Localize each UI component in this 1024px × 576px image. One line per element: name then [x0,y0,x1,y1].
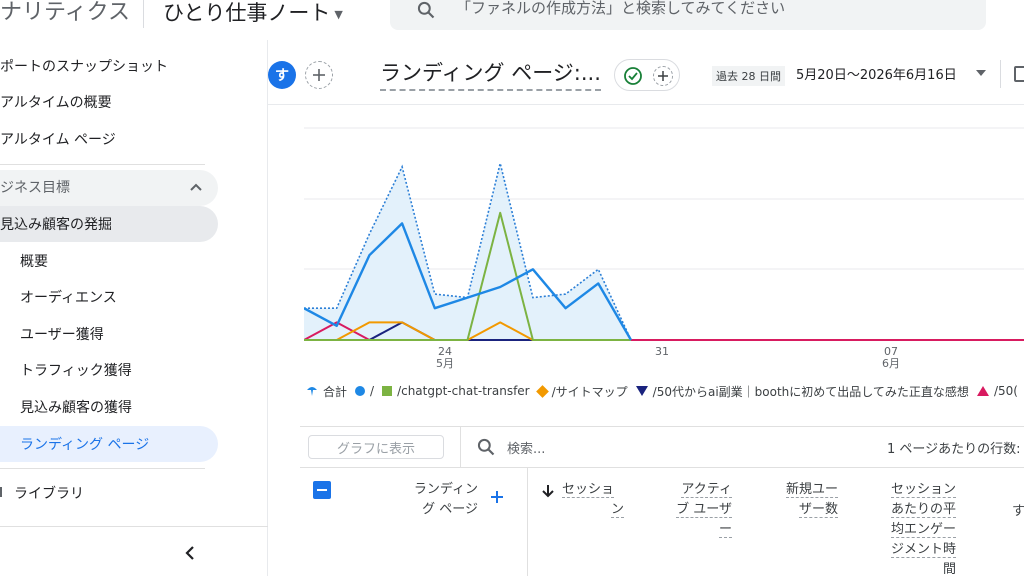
sidebar-item-label: アルタイム ページ [0,132,116,148]
account-selector[interactable]: ひとり仕事ノート ▼ [163,0,343,27]
toolbar-divider [460,427,461,467]
table-toolbar-bottom-border [300,467,1024,468]
sidebar-item-audience[interactable]: オーディエンス [0,280,117,314]
sidebar-item-traffic-acquisition[interactable]: トラフィック獲得 [0,353,132,387]
circle-marker-icon [355,386,366,396]
date-prefix: 過去 28 日間 [712,66,785,86]
plus-icon [658,71,668,81]
search-icon [477,438,495,456]
select-all-checkbox[interactable] [313,481,331,499]
square-marker-icon [382,386,393,396]
sort-descending-icon[interactable] [542,484,554,498]
column-header-avg-engagement-time[interactable]: セッション あたりの平 均エンゲー ジメント時 間 [876,480,956,576]
topbar-divider [143,0,144,28]
sidebar-item-snapshot[interactable]: ポートのスナップショット [0,49,168,83]
top-bar: ナリティクス ひとり仕事ノート ▼ 「ファネルの作成方法」と検索してみてください [0,0,1024,40]
title-actions [614,59,680,91]
sidebar-item-label: ランディング ページ [20,437,150,453]
x-tick-label: 24 5月 [436,345,454,370]
column-header-new-users[interactable]: 新規ユー ザー数 [776,480,838,520]
sidebar-item-overview[interactable]: 概要 [0,244,48,278]
chevron-up-icon[interactable] [189,182,203,192]
triangle-up-marker-icon [976,386,989,396]
table-toolbar-top-border [300,426,1024,427]
column-divider [527,468,528,576]
legend-item[interactable]: /サイトマップ [535,383,628,400]
comparison-avatar[interactable]: す [268,61,296,89]
search-icon [417,1,435,19]
legend-item[interactable]: 合計 [306,383,347,400]
rows-per-page-label: 1 ページあたりの行数: [887,442,1021,457]
column-header-cut[interactable]: す [1012,502,1024,522]
header-divider [1000,60,1001,88]
add-comparison-button[interactable] [305,61,333,89]
sidebar-item-label: トラフィック獲得 [20,363,132,379]
sidebar-item-library[interactable]: ライブラリ [0,476,84,510]
total-area [304,163,631,340]
sidebar-divider [0,468,205,469]
collapse-sidebar-icon[interactable] [183,545,197,561]
column-header-landing-page[interactable]: ランディン グ ページ [404,480,478,520]
line-chart [304,127,1024,341]
triangle-down-marker-icon [635,386,648,396]
sidebar-divider [0,526,268,527]
caret-down-icon[interactable] [976,70,986,76]
caret-down-icon: ▼ [334,7,343,21]
diamond-marker-icon [535,384,549,398]
app-name: ナリティクス [0,0,131,25]
plus-icon [313,69,325,81]
search-placeholder: 「ファネルの作成方法」と検索してみてください [456,0,786,17]
column-header-sessions[interactable]: セッショ ン [562,480,624,520]
table-search-input[interactable]: 検索... [507,438,545,457]
sidebar-divider [0,164,205,165]
sidebar-item-label: ライブラリ [14,486,84,502]
x-tick-label: 07 6月 [882,345,900,370]
account-name: ひとり仕事ノート [163,1,331,25]
sidebar-item-realtime-pages[interactable]: アルタイム ページ [0,122,116,156]
page-title[interactable]: ランディング ページ:... [380,57,601,91]
total-marker-icon [307,387,317,396]
sidebar-item-label: ユーザー獲得 [20,327,104,343]
sidebar-item-label: 見込み顧客の獲得 [20,400,132,416]
sidebar-item-realtime-overview[interactable]: アルタイムの概要 [0,85,112,119]
sidebar-item-lead-acquisition[interactable]: 見込み顧客の獲得 [0,390,132,424]
check-circle-icon[interactable] [623,66,643,86]
date-range-selector[interactable]: 5月20日～2026年6月16日 [796,64,957,83]
legend-item[interactable]: / [355,384,374,398]
share-icon[interactable] [1014,66,1024,82]
sidebar-item-label: アルタイムの概要 [0,95,112,111]
legend-item[interactable]: /50( [976,384,1018,398]
sidebar-item-label: オーディエンス [20,290,117,306]
sidebar-group-label: ジネス目標 [0,180,70,196]
sidebar-section-lead-generation[interactable]: 見込み顧客の発掘 [0,207,112,241]
legend-item[interactable]: /50代からai副業｜boothに初めて出品してみた正直な感想 [635,383,969,400]
sidebar-item-label: ポートのスナップショット [0,59,168,75]
sidebar: ポートのスナップショット アルタイムの概要 アルタイム ページ ジネス目標 見込… [0,40,268,576]
sidebar-item-landing-page[interactable]: ランディング ページ [0,427,149,461]
add-filter-button[interactable] [653,66,673,86]
plot-in-graph-button[interactable]: グラフに表示 [308,435,444,459]
sidebar-item-label: 概要 [20,254,48,270]
add-dimension-icon[interactable] [490,490,504,504]
sidebar-group-business-goals[interactable]: ジネス目標 [0,170,70,204]
legend-item[interactable]: /chatgpt-chat-transfer [382,384,530,398]
x-tick-label: 31 [655,345,669,358]
chart-legend: 合計 / /chatgpt-chat-transfer /サイトマップ /50代… [306,383,1024,399]
search-bar[interactable]: 「ファネルの作成方法」と検索してみてください [390,0,986,30]
sidebar-item-user-acquisition[interactable]: ユーザー獲得 [0,317,104,351]
column-header-active-users[interactable]: アクティ ブ ユーザ ー [670,480,732,540]
sidebar-section-label: 見込み顧客の発掘 [0,217,112,233]
